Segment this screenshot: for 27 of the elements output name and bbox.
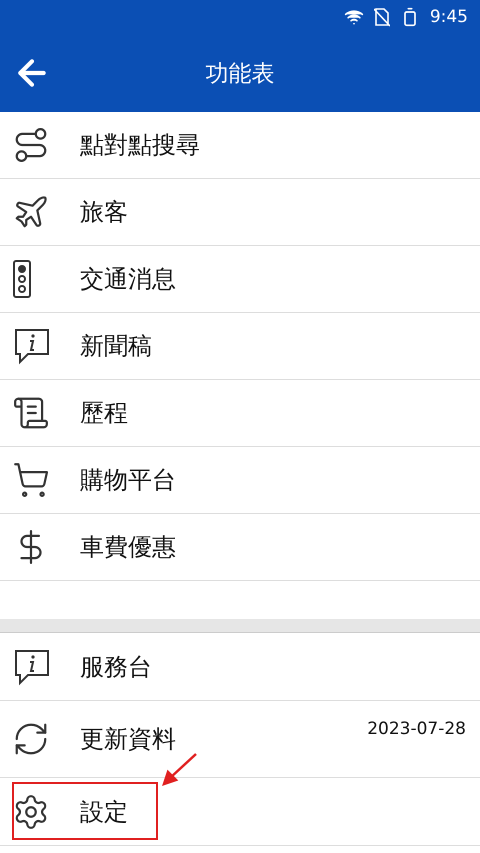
menu-label: 新聞稿 [80,331,152,362]
traffic-light-icon [12,259,32,299]
update-date: 2023-07-28 [367,719,466,739]
info-bubble-icon [12,326,52,366]
clock: 9:45 [430,7,468,27]
menu-label: 車費優惠 [80,532,176,563]
menu-label: 交通消息 [80,264,176,295]
menu-item[interactable]: 車費優惠 [0,514,480,581]
menu-item[interactable]: 交通消息 [0,246,480,313]
menu-item[interactable]: 購物平台 [0,447,480,514]
menu-item[interactable]: 歷程 [0,380,480,447]
menu-label: 旅客 [80,197,128,228]
menu-label: 歷程 [80,398,128,429]
app-bar-title: 功能表 [204,60,276,88]
menu-label: 點對點搜尋 [80,130,200,161]
menu-item[interactable]: 設定 [0,778,480,846]
cart-icon [12,461,50,499]
menu-label: 更新資料 [80,724,176,755]
menu-label: 服務台 [80,652,152,682]
menu-item[interactable]: 點對點搜尋 [0,112,480,179]
menu-label: 設定 [80,796,128,828]
menu-item[interactable]: 更新資料 2023-07-28 [0,701,480,778]
menu-item[interactable]: 服務台 [0,633,480,701]
menu-item[interactable]: 新聞稿 [0,313,480,380]
no-sim-icon [374,7,390,27]
menu-label: 購物平台 [80,465,176,496]
menu-item[interactable]: 旅客 [0,179,480,246]
